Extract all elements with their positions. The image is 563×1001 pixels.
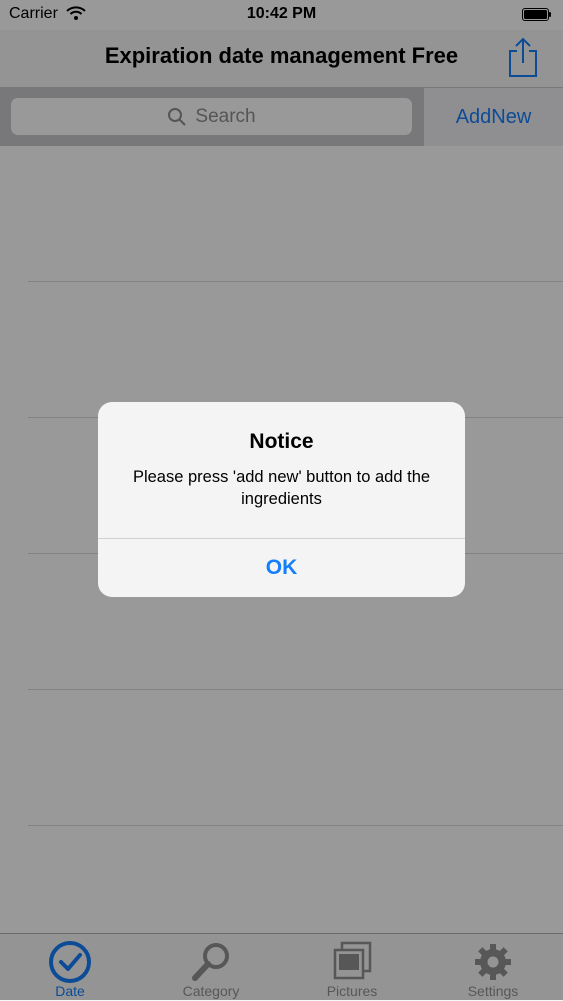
notice-alert: Notice Please press 'add new' button to … [98,402,465,597]
alert-message: Please press 'add new' button to add the… [132,468,431,508]
app-screen: Carrier 10:42 PM Expiration date managem… [0,0,563,1001]
alert-title: Notice [249,430,314,453]
ok-button[interactable]: OK [98,539,465,597]
